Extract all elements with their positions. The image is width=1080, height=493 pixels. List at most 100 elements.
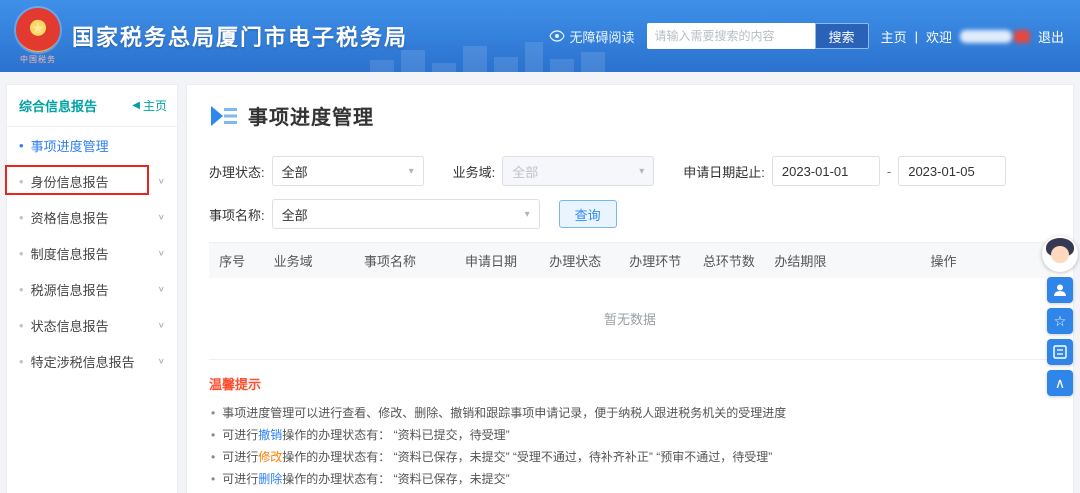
tip-link[interactable]: 撤销: [258, 428, 282, 442]
column-header: 操作: [930, 254, 957, 269]
sidebar-item[interactable]: • 状态信息报告 ∨: [7, 307, 177, 343]
float-toolbar: ☆ ∧: [1042, 236, 1078, 396]
chevron-down-icon: ∨: [157, 356, 165, 366]
bullet-icon: •: [19, 137, 24, 153]
sidebar-item-label: 税源信息报告: [30, 282, 109, 298]
tip-link[interactable]: 删除: [258, 472, 282, 486]
date-separator: -: [886, 163, 892, 179]
tip-text: 操作的办理状态有： “资料已保存，未提交” “受理不通过，待补齐补正” “预审不…: [282, 450, 773, 464]
eye-icon: [548, 30, 565, 42]
tip-text-wrap: 可进行删除操作的办理状态有： “资料已保存，未提交”: [222, 468, 509, 490]
chevron-down-icon: ∨: [157, 320, 165, 330]
domain-filter-label: 业务域:: [452, 164, 496, 180]
sidebar-item[interactable]: • 特定涉税信息报告 ∨: [7, 343, 177, 379]
query-button[interactable]: 查询: [558, 200, 617, 228]
tip-text: 操作的办理状态有： “资料已提交，待受理”: [282, 428, 510, 442]
site-title: 国家税务总局厦门市电子税务局: [72, 25, 409, 50]
sidebar-header: 综合信息报告 ◀ 主页: [7, 85, 177, 127]
chevron-down-icon: ∨: [157, 176, 165, 186]
tip-line: • 可进行撤销操作的办理状态有： “资料已提交，待受理”: [209, 424, 1051, 446]
bullet-icon: •: [211, 428, 216, 442]
sidebar-item-label: 特定涉税信息报告: [30, 354, 135, 370]
tip-text: 操作的办理状态有： “资料已保存，未提交”: [282, 472, 510, 486]
home-link[interactable]: 主页: [881, 27, 907, 46]
column-header: 业务域: [273, 254, 313, 269]
sidebar-item-label: 事项进度管理: [30, 138, 109, 154]
accessibility-link[interactable]: 无障碍阅读: [548, 27, 635, 46]
date-to-input[interactable]: [898, 156, 1007, 186]
tip-text: 可进行: [222, 428, 259, 442]
sidebar-item-label: 制度信息报告: [30, 246, 109, 262]
column-header: 办理状态: [549, 254, 602, 269]
page-title: 事项进度管理: [248, 107, 374, 129]
favorite-icon[interactable]: ☆: [1047, 308, 1073, 334]
tips-title: 温馨提示: [209, 377, 262, 392]
sidebar-home-link[interactable]: ◀ 主页: [132, 97, 167, 114]
emblem-icon: [16, 7, 60, 52]
bullet-icon: •: [211, 406, 216, 420]
mascot-face: [1051, 246, 1069, 263]
date-from-input[interactable]: [771, 156, 880, 186]
chevron-down-icon: ∨: [157, 248, 165, 258]
bullet-icon: •: [19, 281, 24, 297]
search-input[interactable]: [646, 23, 815, 49]
column-header: 办理环节: [629, 254, 682, 269]
tip-link[interactable]: 修改: [258, 450, 282, 464]
national-emblem-logo: 中国税务: [16, 7, 60, 65]
sidebar-item[interactable]: • 税源信息报告 ∨: [7, 271, 177, 307]
tips-list: • 事项进度管理可以进行查看、修改、删除、撤销和跟踪事项申请记录，便于纳税人跟进税…: [209, 402, 1051, 493]
sidebar-title: 综合信息报告: [19, 99, 98, 114]
sidebar-item[interactable]: • 事项进度管理: [7, 127, 177, 163]
chevron-down-icon: ▾: [639, 165, 645, 177]
bullet-icon: •: [19, 245, 24, 261]
chevron-down-icon: ▾: [524, 208, 530, 220]
tip-text-wrap: 可进行撤销操作的办理状态有： “资料已提交，待受理”: [222, 424, 509, 446]
column-header: 序号: [219, 254, 246, 269]
bullet-icon: •: [211, 472, 216, 486]
bullet-icon: •: [19, 173, 24, 189]
app-header: 中国税务 国家税务总局厦门市电子税务局 无障碍阅读 搜索 主页 | 欢迎 退出: [0, 0, 1080, 72]
customer-service-icon[interactable]: [1047, 277, 1073, 303]
tip-text: 可进行: [222, 472, 259, 486]
chevron-down-icon: ▾: [408, 165, 414, 177]
domain-select-value: 全部: [512, 164, 539, 180]
bullet-icon: •: [211, 450, 216, 464]
main-panel: 事项进度管理 办理状态: 全部 ▾ 业务域: 全部 ▾ 申请日期起止: - 事项…: [186, 84, 1074, 493]
sidebar-item[interactable]: • 身份信息报告 ∨: [5, 163, 177, 199]
tip-text-wrap: 可进行修改操作的办理状态有： “资料已保存，未提交” “受理不通过，待补齐补正”…: [222, 446, 772, 468]
status-select[interactable]: 全部 ▾: [271, 156, 424, 186]
search-button[interactable]: 搜索: [814, 23, 869, 49]
logout-button[interactable]: 退出: [1038, 27, 1064, 46]
sidebar-item[interactable]: • 制度信息报告 ∨: [7, 235, 177, 271]
sidebar-item[interactable]: • 资格信息报告 ∨: [7, 199, 177, 235]
logo-caption: 中国税务: [20, 54, 56, 64]
tips-section: 温馨提示 • 事项进度管理可以进行查看、修改、删除、撤销和跟踪事项申请记录，便于纳…: [209, 374, 1051, 493]
tip-line: • 事项进度管理可以进行查看、修改、删除、撤销和跟踪事项申请记录，便于纳税人跟进税…: [209, 402, 1051, 424]
tip-text: 可进行: [222, 450, 259, 464]
username-redacted: [959, 29, 1030, 43]
page-title-row: 事项进度管理: [209, 101, 1051, 142]
form-icon[interactable]: [1047, 339, 1073, 365]
page-title-icon: [209, 105, 239, 127]
table-header-row: 序号 业务域 事项名称 申请日期 办理状态 办理环节 总环节数 办结期限 操作: [209, 242, 1051, 278]
chevron-down-icon: ∨: [157, 284, 165, 294]
empty-state: 暂无数据: [209, 278, 1051, 360]
header-search: 搜索: [646, 23, 869, 49]
tip-text: 事项进度管理可以进行查看、修改、删除、撤销和跟踪事项申请记录，便于纳税人跟进税务…: [222, 406, 787, 420]
mascot-avatar[interactable]: [1042, 236, 1078, 272]
collapse-up-icon[interactable]: ∧: [1047, 370, 1073, 396]
name-select-value: 全部: [281, 207, 308, 223]
name-select[interactable]: 全部 ▾: [271, 199, 540, 229]
welcome-label: 欢迎: [925, 29, 952, 45]
sidebar: 综合信息报告 ◀ 主页 • 事项进度管理 • 身份信息报告 ∨ • 资格信息报告 ∨ • 制度信息…: [5, 84, 178, 493]
sidebar-home-label: 主页: [142, 99, 167, 113]
domain-select[interactable]: 全部 ▾: [502, 156, 655, 186]
bullet-icon: •: [19, 353, 24, 369]
name-filter-label: 事项名称:: [209, 207, 265, 223]
column-header: 总环节数: [702, 254, 755, 269]
results-table: 序号 业务域 事项名称 申请日期 办理状态 办理环节 总环节数 办结期限 操作 暂无数据: [209, 242, 1051, 360]
nav-divider: |: [914, 28, 918, 44]
bullet-icon: •: [19, 209, 24, 225]
status-filter-label: 办理状态:: [209, 164, 265, 180]
date-range-label: 申请日期起止:: [683, 164, 765, 180]
